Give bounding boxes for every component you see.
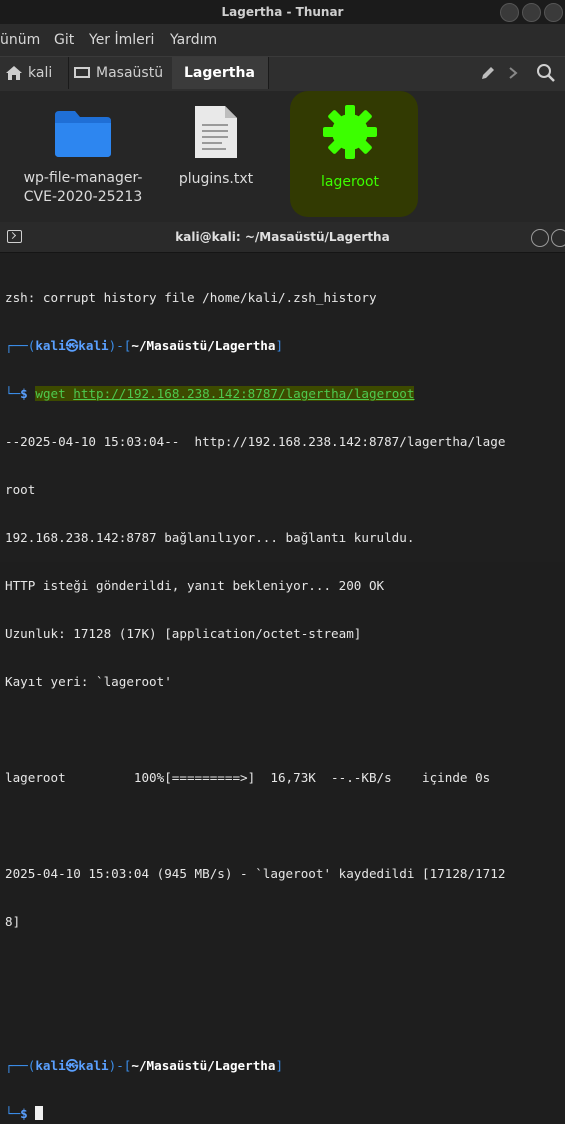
text-file-icon bbox=[195, 106, 237, 158]
crumb-desktop[interactable]: Masaüstü bbox=[68, 57, 175, 89]
terminal-line: HTTP isteği gönderildi, yanıt bekleniyor… bbox=[5, 578, 385, 593]
file-name: CVE-2020-25213 bbox=[23, 189, 143, 205]
gear-icon bbox=[323, 105, 377, 159]
file-view: wp-file-manager- CVE-2020-25213 plugins.… bbox=[0, 91, 565, 222]
minimize-button[interactable] bbox=[531, 229, 549, 247]
terminal-line: zsh: corrupt history file /home/kali/.zs… bbox=[5, 290, 377, 305]
crumb-label-home: kali bbox=[28, 65, 53, 81]
crumb-lagertha[interactable]: Lagertha bbox=[172, 57, 269, 89]
terminal-line: Kayıt yeri: `lageroot' bbox=[5, 674, 172, 689]
terminal-output[interactable]: zsh: corrupt history file /home/kali/.zs… bbox=[5, 258, 561, 1124]
folder-icon bbox=[55, 111, 111, 157]
file-item-plugins[interactable]: plugins.txt bbox=[168, 91, 264, 189]
terminal-line: --2025-04-10 15:03:04-- http://192.168.2… bbox=[5, 434, 506, 449]
file-item-lageroot[interactable]: lageroot bbox=[300, 91, 400, 192]
terminal-line: Uzunluk: 17128 (17K) [application/octet-… bbox=[5, 626, 362, 641]
close-button[interactable] bbox=[544, 3, 563, 22]
crumb-label-desktop: Masaüstü bbox=[96, 65, 164, 81]
file-manager-window: Lagertha - Thunar ünüm Git Yer İmleri Ya… bbox=[0, 0, 565, 222]
maximize-button[interactable] bbox=[522, 3, 541, 22]
search-button[interactable] bbox=[536, 63, 556, 87]
terminal-line: 2025-04-10 15:03:04 (945 MB/s) - `lagero… bbox=[5, 866, 506, 881]
command-line: └─$ wget http://192.168.238.142:8787/lag… bbox=[5, 386, 415, 401]
edit-path-button[interactable] bbox=[480, 65, 496, 85]
minimize-button[interactable] bbox=[500, 3, 519, 22]
terminal-window: kali@kali: ~/Masaüstü/Lagertha zsh: corr… bbox=[0, 222, 565, 1121]
menu-bookmarks[interactable]: Yer İmleri bbox=[89, 32, 154, 48]
text-cursor bbox=[35, 1106, 44, 1120]
chevron-right-icon bbox=[509, 67, 518, 79]
desktop-icon bbox=[74, 66, 90, 78]
menu-help[interactable]: Yardım bbox=[170, 32, 217, 48]
prompt-line: ┌──(kali㉿kali)-[~/Masaüstü/Lagertha] bbox=[5, 1058, 284, 1073]
progress-line: lageroot 100%[=========>] 16,73K --.-KB/… bbox=[5, 770, 491, 785]
path-forward-button[interactable] bbox=[508, 65, 522, 81]
file-name: wp-file-manager- bbox=[23, 170, 143, 186]
menubar: ünüm Git Yer İmleri Yardım bbox=[0, 24, 565, 56]
prompt-line: ┌──(kali㉿kali)-[~/Masaüstü/Lagertha] bbox=[5, 338, 284, 353]
crumb-label-lagertha: Lagertha bbox=[184, 65, 255, 81]
file-name: lageroot bbox=[320, 174, 380, 190]
menu-view[interactable]: ünüm bbox=[0, 32, 40, 48]
search-icon bbox=[537, 64, 555, 82]
path-bar: kali Masaüstü Lagertha bbox=[0, 56, 565, 92]
window-titlebar: Lagertha - Thunar bbox=[0, 0, 565, 24]
crumb-home[interactable]: kali bbox=[0, 57, 69, 89]
terminal-title: kali@kali: ~/Masaüstü/Lagertha bbox=[175, 230, 390, 244]
menu-go[interactable]: Git bbox=[54, 32, 74, 48]
pencil-icon bbox=[482, 67, 494, 79]
terminal-titlebar: kali@kali: ~/Masaüstü/Lagertha bbox=[0, 222, 565, 253]
input-line[interactable]: └─$ bbox=[5, 1106, 561, 1122]
home-icon bbox=[6, 66, 22, 80]
window-title: Lagertha - Thunar bbox=[221, 5, 344, 19]
close-button[interactable] bbox=[551, 229, 565, 247]
file-item-folder[interactable]: wp-file-manager- CVE-2020-25213 bbox=[18, 91, 148, 207]
terminal-line: 192.168.238.142:8787 bağlanılıyor... bağ… bbox=[5, 530, 415, 545]
terminal-line: 8] bbox=[5, 914, 21, 929]
file-name: plugins.txt bbox=[178, 171, 254, 187]
terminal-line: root bbox=[5, 482, 36, 497]
